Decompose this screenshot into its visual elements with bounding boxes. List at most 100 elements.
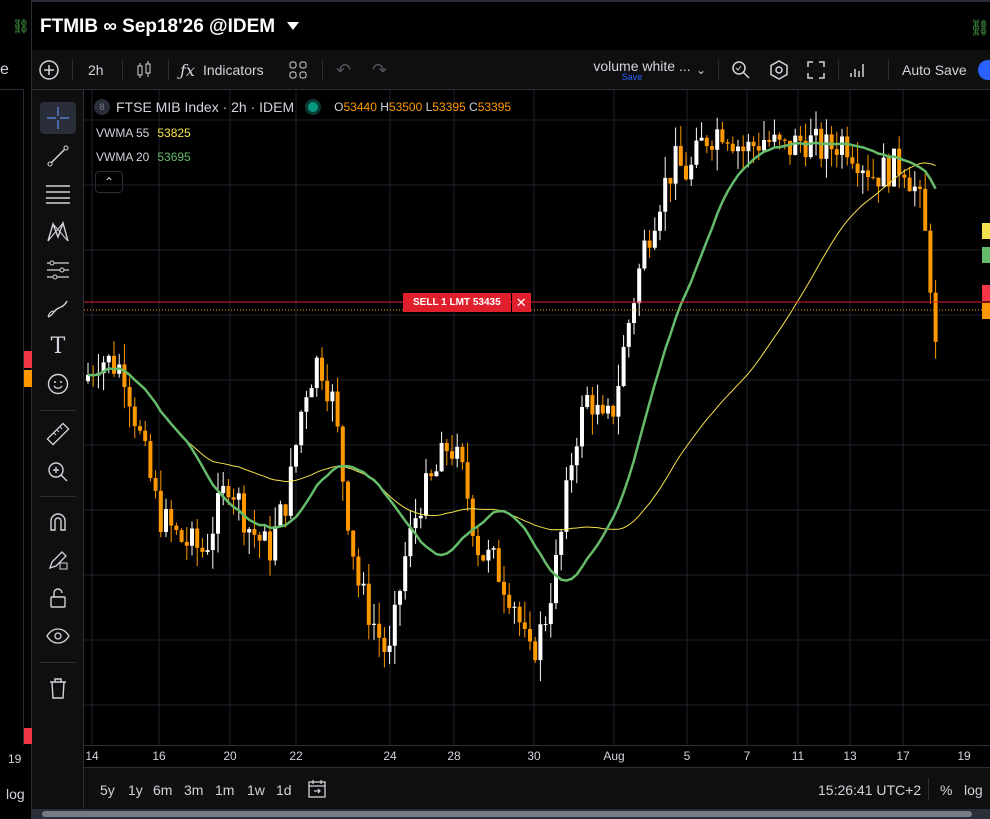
screenshot-button[interactable] xyxy=(848,50,868,90)
instrument-label[interactable]: FTSE MIB Index · 2h · IDEM xyxy=(116,99,294,115)
candle-down xyxy=(829,134,834,150)
remove-drawings-tool[interactable] xyxy=(40,672,76,704)
close-icon[interactable]: ✕ xyxy=(511,293,531,312)
toolbar-divider xyxy=(718,60,719,80)
candle-up xyxy=(694,140,699,165)
candle-down xyxy=(528,629,532,642)
add-symbol-button[interactable] xyxy=(38,50,60,90)
time-axis[interactable]: 14 16 20 22 24 28 30 Aug 5 7 11 13 17 19 xyxy=(84,745,990,767)
sell-limit-order[interactable]: SELL 1 LMT 53435 ✕ xyxy=(403,293,531,312)
order-price-tag xyxy=(982,285,990,301)
range-3m[interactable]: 3m xyxy=(184,782,203,798)
candle-up xyxy=(663,177,668,212)
bars-icon xyxy=(850,64,864,77)
percent-scale-toggle[interactable]: % xyxy=(940,782,952,798)
candle-down xyxy=(143,430,148,442)
templates-button[interactable] xyxy=(288,50,308,90)
crosshair-tool[interactable] xyxy=(40,102,76,134)
measure-tool[interactable] xyxy=(40,418,76,450)
forecast-tool[interactable] xyxy=(40,254,76,286)
candle-down xyxy=(429,473,434,477)
autosave-toggle[interactable] xyxy=(978,60,990,80)
settings-button[interactable] xyxy=(768,50,790,90)
clock-display[interactable]: 15:26:41 UTC+2 xyxy=(818,782,921,798)
market-status-icon xyxy=(308,102,319,112)
candle-down xyxy=(138,426,142,431)
interval-button[interactable]: 2h xyxy=(88,50,104,90)
candle-down xyxy=(325,380,330,402)
lock-drawing-tool[interactable] xyxy=(40,544,76,576)
search-spark-icon xyxy=(732,61,750,79)
high-value: 53500 xyxy=(388,100,423,114)
trend-line-tool[interactable] xyxy=(40,140,76,172)
go-to-date-button[interactable] xyxy=(306,778,328,803)
candle-down xyxy=(902,174,907,178)
range-1y[interactable]: 1y xyxy=(128,782,143,798)
undo-button[interactable]: ↶ xyxy=(336,50,351,90)
candle-down xyxy=(730,143,735,152)
range-6m[interactable]: 6m xyxy=(153,782,172,798)
fib-tool[interactable] xyxy=(40,178,76,210)
order-label[interactable]: SELL 1 LMT 53435 xyxy=(403,293,511,312)
legend-collapse-button[interactable]: ⌃ xyxy=(95,171,123,193)
range-1w[interactable]: 1w xyxy=(247,782,265,798)
link-icon[interactable]: ⛓ xyxy=(12,18,30,35)
left-pane-price-tag xyxy=(24,370,32,387)
indicator-vwma-20[interactable]: VWMA 20 53695 xyxy=(96,150,191,164)
time-tick: Aug xyxy=(603,749,625,763)
chart-area[interactable] xyxy=(84,90,990,745)
candle-down xyxy=(444,442,449,452)
horizontal-scrollbar[interactable] xyxy=(32,809,990,819)
range-1d[interactable]: 1d xyxy=(276,782,292,798)
candle-up xyxy=(387,645,392,653)
zoom-tool[interactable] xyxy=(40,456,76,488)
hide-drawings-tool[interactable] xyxy=(40,620,76,652)
left-pane-log-toggle[interactable]: log xyxy=(6,786,25,802)
text-tool[interactable]: T xyxy=(40,330,76,362)
log-scale-toggle[interactable]: log xyxy=(964,782,983,798)
redo-button[interactable]: ↷ xyxy=(372,50,387,90)
open-value: 53440 xyxy=(343,100,377,114)
candle-up xyxy=(746,141,751,152)
range-1m[interactable]: 1m xyxy=(215,782,234,798)
quick-search-button[interactable] xyxy=(730,50,752,90)
brush-tool[interactable] xyxy=(40,292,76,324)
candle-down xyxy=(897,148,902,175)
low-value: 53395 xyxy=(432,100,466,114)
autosave-button[interactable]: Auto Save xyxy=(902,50,967,90)
chevron-down-icon[interactable] xyxy=(287,22,299,30)
indicator-name: VWMA 20 xyxy=(96,150,150,164)
candle-down xyxy=(725,142,730,144)
range-5y[interactable]: 5y xyxy=(100,782,115,798)
emoji-tool[interactable] xyxy=(40,368,76,400)
left-chart-pane: ⛓ e 19 log xyxy=(0,0,32,819)
chart-type-button[interactable] xyxy=(134,50,154,90)
fullscreen-button[interactable] xyxy=(806,50,826,90)
magnet-tool[interactable] xyxy=(40,506,76,538)
symbol-title[interactable]: FTMIB ∞ Sep18'26 @IDEM xyxy=(40,16,275,38)
fib-retracement-icon xyxy=(46,185,70,204)
pattern-tool[interactable] xyxy=(40,216,76,248)
scrollbar-thumb[interactable] xyxy=(42,811,972,817)
vwma-55-price-tag xyxy=(982,223,990,239)
candle-down xyxy=(720,129,725,143)
indicators-button[interactable]: ƒx Indicators xyxy=(180,50,264,90)
candle-down xyxy=(481,555,486,561)
chart-legend: 8 FTSE MIB Index · 2h · IDEM O53440 H535… xyxy=(94,99,511,115)
pane-badge: 8 xyxy=(94,99,110,115)
link-icon[interactable]: ⛓ xyxy=(970,18,990,38)
layout-menu-button[interactable]: ⌄ xyxy=(696,50,706,90)
candle-down xyxy=(590,395,595,415)
candle-up xyxy=(455,446,460,459)
close-label: C xyxy=(469,100,478,114)
gear-icon xyxy=(770,60,788,80)
price-chart[interactable] xyxy=(84,90,990,745)
lock-all-tool[interactable] xyxy=(40,582,76,614)
text-icon: T xyxy=(50,333,66,359)
time-tick: 16 xyxy=(152,749,166,763)
candle-up xyxy=(554,554,558,604)
indicator-vwma-55[interactable]: VWMA 55 53825 xyxy=(96,126,191,140)
layout-save-label[interactable]: Save xyxy=(582,72,682,82)
candle-down xyxy=(366,583,371,625)
left-pane-price-axis-border xyxy=(23,90,24,745)
